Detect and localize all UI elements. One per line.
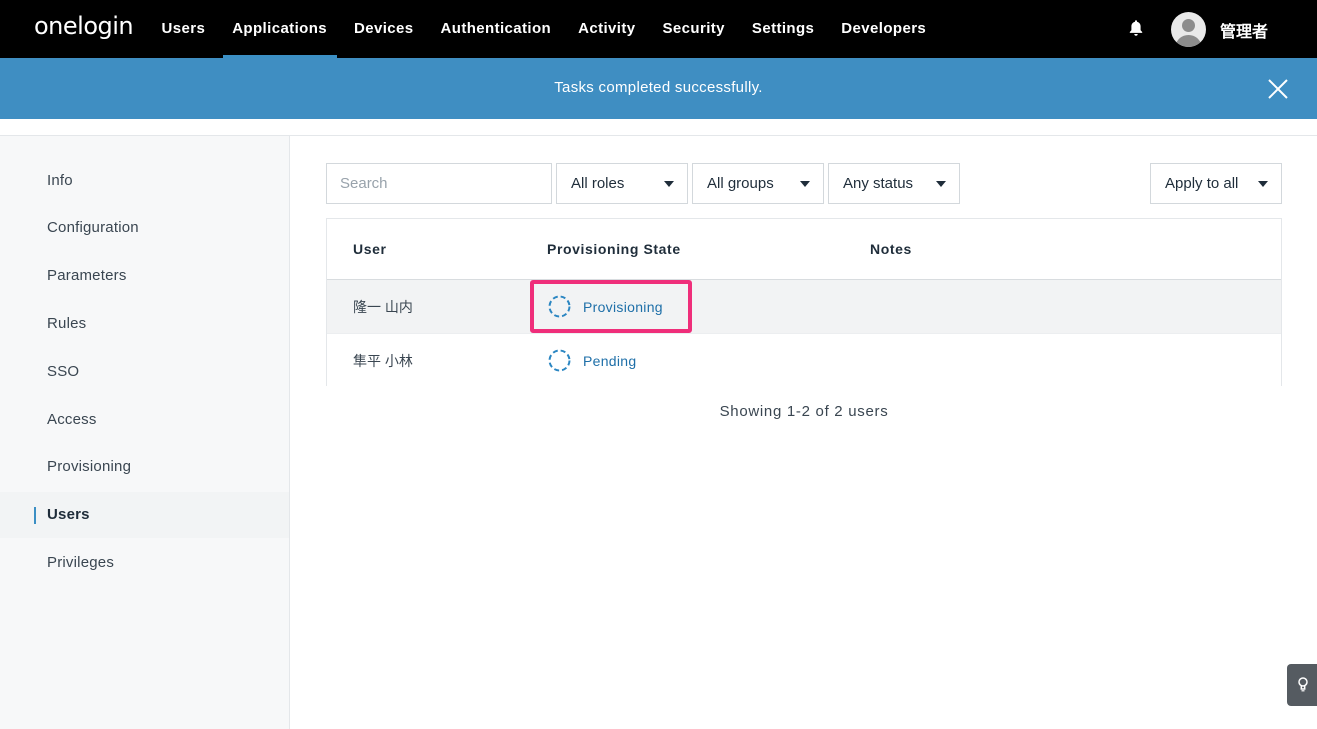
close-icon[interactable] xyxy=(1266,77,1290,101)
sidebar-item-provisioning[interactable]: Provisioning xyxy=(0,444,289,490)
provisioning-state-label: Provisioning xyxy=(583,298,663,315)
caret-down-icon xyxy=(1258,181,1268,187)
nav-users[interactable]: Users xyxy=(148,0,219,58)
user-name: 隼平 小林 xyxy=(353,353,413,369)
column-header-user[interactable]: User xyxy=(353,241,387,257)
banner-message: Tasks completed successfully. xyxy=(554,79,763,96)
user-silhouette-icon xyxy=(1175,19,1202,47)
status-select[interactable]: Any status xyxy=(828,163,960,204)
sidebar-item-sso[interactable]: SSO xyxy=(0,349,289,395)
table-header: User Provisioning State Notes xyxy=(327,219,1281,280)
sidebar-item-access[interactable]: Access xyxy=(0,397,289,443)
sidebar-item-parameters[interactable]: Parameters xyxy=(0,253,289,299)
sidebar-item-configuration[interactable]: Configuration xyxy=(0,205,289,251)
sidebar-item-users[interactable]: Users xyxy=(0,492,289,538)
caret-down-icon xyxy=(800,181,810,187)
sidebar-item-info[interactable]: Info xyxy=(0,158,289,204)
table-row[interactable]: 隼平 小林 Pending xyxy=(327,333,1281,386)
search-input[interactable] xyxy=(326,163,552,204)
lightbulb-icon xyxy=(1298,677,1308,692)
onelogin-logo[interactable]: onelogin xyxy=(34,12,134,40)
provisioning-state-label: Pending xyxy=(583,352,637,369)
nav-developers[interactable]: Developers xyxy=(828,0,940,58)
user-name: 隆一 山内 xyxy=(353,299,413,315)
nav-settings[interactable]: Settings xyxy=(738,0,827,58)
top-navigation-bar: onelogin Users Applications Devices Auth… xyxy=(0,0,1317,58)
dashed-circle-icon xyxy=(548,295,571,318)
user-avatar[interactable] xyxy=(1171,12,1206,47)
bell-icon[interactable] xyxy=(1128,19,1144,37)
groups-select-value: All groups xyxy=(707,175,774,192)
main-nav: Users Applications Devices Authenticatio… xyxy=(148,0,940,58)
column-header-provisioning-state[interactable]: Provisioning State xyxy=(547,241,681,257)
app-sidebar: Info Configuration Parameters Rules SSO … xyxy=(0,136,290,729)
provisioning-state-link[interactable]: Pending xyxy=(548,348,636,373)
nav-activity[interactable]: Activity xyxy=(565,0,649,58)
pagination-summary: Showing 1-2 of 2 users xyxy=(719,403,889,420)
help-button[interactable] xyxy=(1287,664,1317,706)
caret-down-icon xyxy=(664,181,674,187)
sidebar-item-privileges[interactable]: Privileges xyxy=(0,540,289,586)
roles-select-value: All roles xyxy=(571,175,625,192)
provisioning-state-link[interactable]: Provisioning xyxy=(548,294,663,319)
table-row[interactable]: 隆一 山内 Provisioning xyxy=(327,280,1281,333)
column-header-notes[interactable]: Notes xyxy=(870,241,912,257)
users-table: User Provisioning State Notes 隆一 山内 Prov… xyxy=(326,218,1282,386)
roles-select[interactable]: All roles xyxy=(556,163,688,204)
apply-to-all-value: Apply to all xyxy=(1165,175,1239,192)
groups-select[interactable]: All groups xyxy=(692,163,824,204)
dashed-circle-icon xyxy=(548,349,571,372)
username[interactable]: 管理者 xyxy=(1220,18,1268,42)
apply-to-all-select[interactable]: Apply to all xyxy=(1150,163,1282,204)
status-select-value: Any status xyxy=(843,175,914,192)
caret-down-icon xyxy=(936,181,946,187)
success-banner: Tasks completed successfully. xyxy=(0,58,1317,119)
sidebar-item-rules[interactable]: Rules xyxy=(0,301,289,347)
nav-authentication[interactable]: Authentication xyxy=(427,0,565,58)
nav-applications[interactable]: Applications xyxy=(219,0,341,58)
nav-devices[interactable]: Devices xyxy=(341,0,428,58)
nav-security[interactable]: Security xyxy=(649,0,738,58)
